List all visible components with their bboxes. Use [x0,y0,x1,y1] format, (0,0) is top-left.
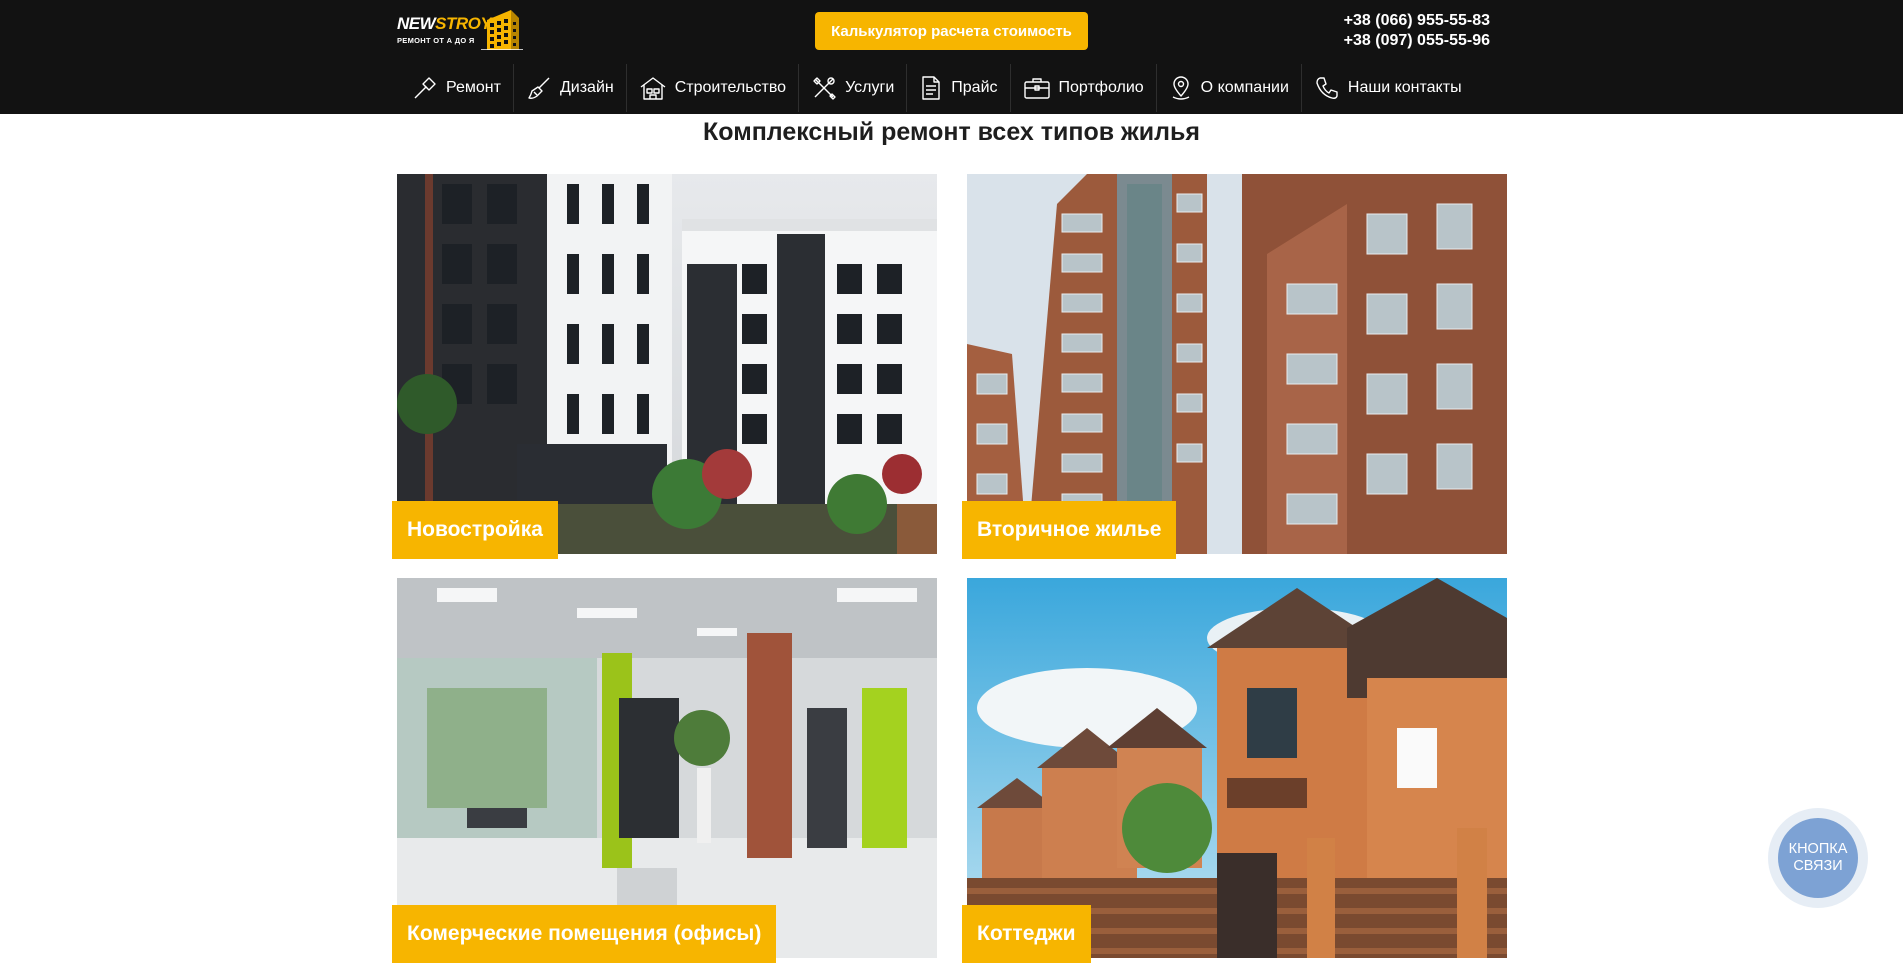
nav-label: Строительство [674,79,787,96]
brush-icon [528,77,550,99]
nav-item-repair[interactable]: Ремонт [400,64,514,112]
phone-icon [1316,77,1338,99]
nav-item-design[interactable]: Дизайн [514,64,627,112]
card-offices[interactable]: Комерческие помещения (офисы) [392,578,937,963]
card-label: Комерческие помещения (офисы) [392,905,777,963]
tools-icon [813,77,836,100]
contact-button[interactable]: КНОПКА СВЯЗИ [1778,818,1858,898]
card-label: Новостройка [392,501,558,559]
nav-label: Ремонт [446,79,501,96]
site-header: NEWSTROY РЕМОНТ ОТ А ДО Я Калькулятор ра… [0,0,1903,114]
document-icon [922,76,940,100]
nav-label: Дизайн [559,79,614,96]
phone-numbers: +38 (066) 955-55-83 +38 (097) 055-55-96 [1344,11,1490,51]
card-cottages[interactable]: Коттеджи [962,578,1507,963]
phone-link-1[interactable]: +38 (066) 955-55-83 [1344,11,1490,31]
logo-tagline: РЕМОНТ ОТ А ДО Я [397,36,475,45]
nav-item-services[interactable]: Услуги [799,64,908,112]
building-logo-icon [481,10,523,50]
office-interior-photo [397,578,937,958]
page-title: Комплексный ремонт всех типов жилья [703,118,1200,146]
house-icon [640,77,666,100]
card-label: Вторичное жилье [962,501,1177,559]
cost-calculator-button[interactable]: Калькулятор расчета стоимость [815,12,1088,50]
card-new-building[interactable]: Новостройка [392,174,937,559]
card-label: Коттеджи [962,905,1091,963]
contact-button-line1: КНОПКА [1788,841,1848,857]
nav-label: Услуги [845,79,895,96]
phone-link-2[interactable]: +38 (097) 055-55-96 [1344,31,1490,51]
nav-label: О компании [1200,79,1289,96]
nav-item-construction[interactable]: Строительство [627,64,800,112]
card-secondary-housing[interactable]: Вторичное жилье [962,174,1507,559]
nav-item-contacts[interactable]: Наши контакты [1302,64,1474,112]
nav-label: Прайс [951,79,998,96]
nav-item-about[interactable]: О компании [1157,64,1302,112]
logo[interactable]: NEWSTROY РЕМОНТ ОТ А ДО Я [397,8,525,50]
nav-label: Наши контакты [1347,79,1462,96]
briefcase-icon [1023,78,1050,99]
logo-wordmark: NEWSTROY [397,14,492,33]
new-building-photo [397,174,937,554]
contact-button-line2: СВЯЗИ [1793,858,1843,874]
nav-item-price[interactable]: Прайс [907,64,1011,112]
main-nav: Ремонт Дизайн Строительство Услуги Прайс… [400,64,1474,112]
nav-item-portfolio[interactable]: Портфолио [1011,64,1157,112]
secondary-housing-photo [967,174,1507,554]
map-pin-icon [1172,76,1189,100]
hammer-icon [414,77,436,99]
nav-label: Портфолио [1058,79,1144,96]
cottages-photo [967,578,1507,958]
